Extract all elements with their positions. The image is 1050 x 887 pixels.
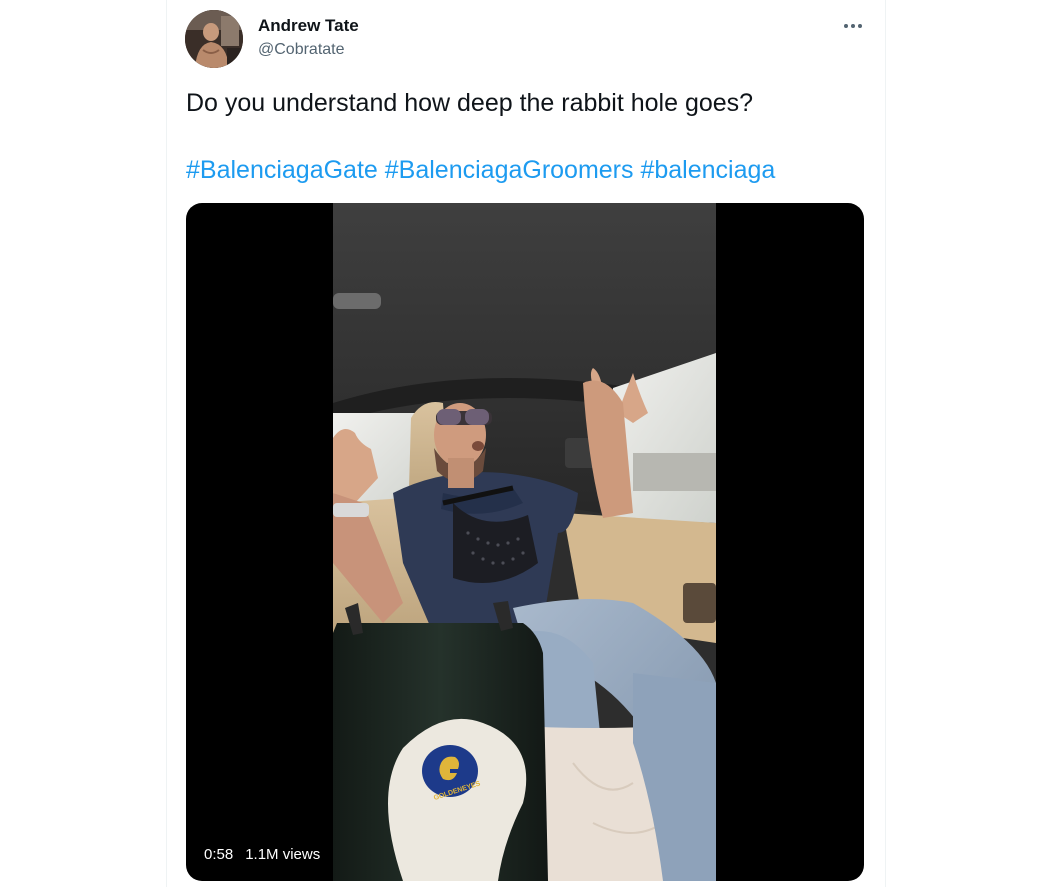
more-options-button[interactable]: [836, 12, 870, 40]
tweet-hashtags: #BalenciagaGate #BalenciagaGroomers #bal…: [186, 156, 775, 185]
author-name[interactable]: Andrew Tate: [258, 16, 359, 36]
hashtag-link[interactable]: #BalenciagaGate: [186, 156, 378, 184]
video-player[interactable]: GOLDENEYES 0:58 1.1M views: [186, 203, 864, 881]
author-avatar[interactable]: [185, 10, 243, 68]
tweet-text: Do you understand how deep the rabbit ho…: [186, 89, 754, 117]
video-frame: GOLDENEYES: [333, 203, 716, 881]
video-duration: 0:58: [204, 846, 234, 863]
video-info-overlay: 0:58 1.1M views: [204, 846, 320, 863]
page: Andrew Tate @Cobratate Do you understand…: [0, 0, 1050, 887]
video-view-count: 1.1M views: [245, 846, 321, 863]
hashtag-link[interactable]: #BalenciagaGroomers: [385, 156, 634, 184]
author-handle[interactable]: @Cobratate: [258, 41, 345, 59]
avatar-image: [185, 10, 243, 68]
more-horizontal-icon: [844, 24, 862, 28]
hashtag-link[interactable]: #balenciaga: [640, 156, 775, 184]
